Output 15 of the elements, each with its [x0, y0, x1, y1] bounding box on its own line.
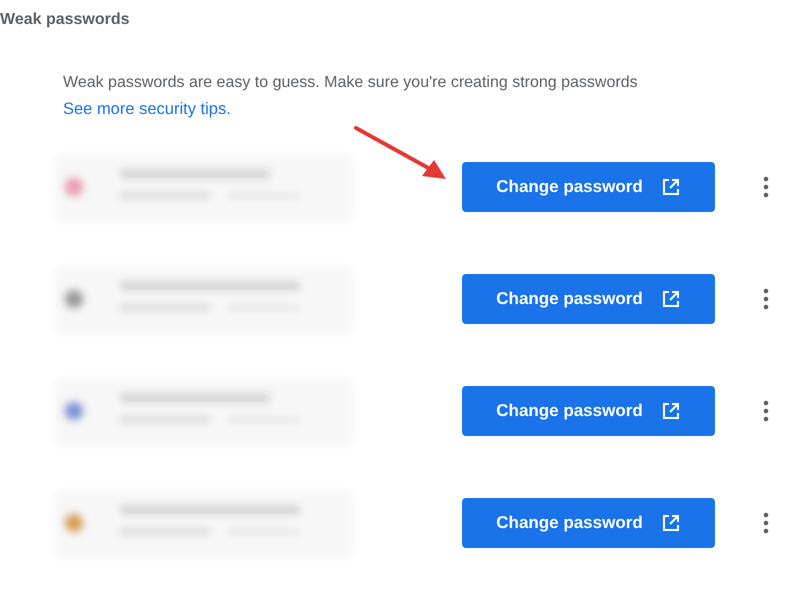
- change-password-button[interactable]: Change password: [462, 162, 715, 212]
- external-link-icon: [660, 513, 681, 533]
- more-options-icon[interactable]: [763, 400, 769, 422]
- section-title: Weak passwords: [0, 10, 130, 29]
- change-password-button[interactable]: Change password: [462, 386, 715, 436]
- change-password-button[interactable]: Change password: [462, 498, 715, 548]
- security-tips-link[interactable]: See more security tips.: [63, 100, 231, 119]
- more-options-icon[interactable]: [763, 176, 769, 198]
- description-text: Weak passwords are easy to guess. Make sure you're creating strong passwords: [63, 74, 638, 92]
- external-link-icon: [660, 401, 681, 421]
- external-link-icon: [660, 177, 681, 197]
- more-options-icon[interactable]: [763, 512, 769, 534]
- change-password-button[interactable]: Change password: [462, 274, 715, 324]
- more-options-icon[interactable]: [763, 288, 769, 310]
- external-link-icon: [660, 289, 681, 309]
